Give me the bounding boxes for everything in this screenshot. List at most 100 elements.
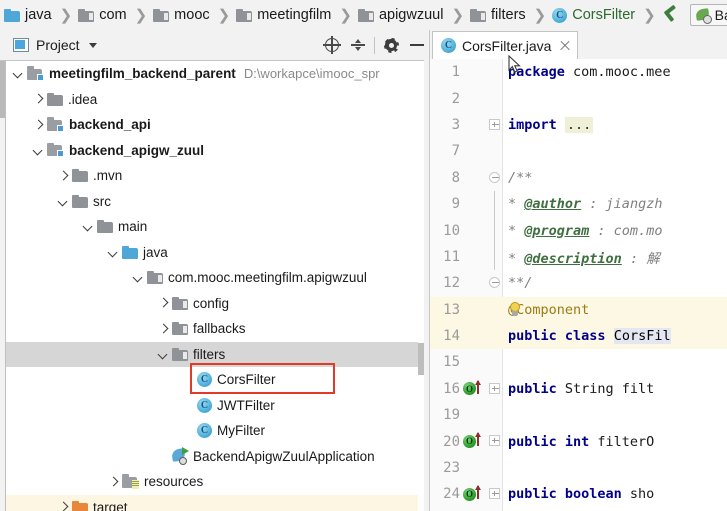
chevron-down-icon[interactable] xyxy=(156,348,169,361)
tree-row-meetingfilm-backend-parent[interactable]: meetingfilm_backend_parent D:\workapce\i… xyxy=(6,61,424,87)
breadcrumb-label: apigwzuul xyxy=(378,7,444,23)
tree-row-main[interactable]: main xyxy=(6,214,424,240)
breadcrumb-item-filters[interactable]: filters xyxy=(470,0,526,30)
breadcrumb-item-java[interactable]: java xyxy=(4,0,52,30)
breadcrumb-item-mooc[interactable]: mooc xyxy=(153,0,210,30)
folder-blue-icon xyxy=(4,8,20,22)
fold-area[interactable] xyxy=(487,481,503,507)
javadoc-tag: @description xyxy=(524,250,622,267)
tree-row-filters[interactable]: filters xyxy=(6,341,424,367)
tree-row-resources[interactable]: resources xyxy=(6,469,424,495)
java-class-icon: C xyxy=(197,397,212,413)
chevron-right-icon[interactable] xyxy=(31,93,44,106)
gutter-icons xyxy=(460,297,487,323)
fold-area[interactable] xyxy=(487,428,503,454)
folder-icon xyxy=(78,8,95,22)
run-configuration-selector[interactable]: Bac xyxy=(689,4,727,26)
tree-row-myfilter[interactable]: C MyFilter xyxy=(6,418,424,444)
tab-corsfilter-java[interactable]: C CorsFilter.java xyxy=(432,31,579,59)
tree-row-config[interactable]: config xyxy=(6,291,424,317)
folder-icon xyxy=(153,8,170,22)
breadcrumb-item-com[interactable]: com xyxy=(78,0,127,30)
select-opened-file-button[interactable] xyxy=(319,32,345,58)
package-icon xyxy=(172,322,188,336)
tree-row-mvn[interactable]: .mvn xyxy=(6,163,424,189)
tree-node-label: target xyxy=(93,499,128,511)
chevron-right-icon[interactable] xyxy=(156,322,169,335)
gutter-icons xyxy=(460,508,487,511)
chevron-down-icon[interactable] xyxy=(56,195,69,208)
tree-row-backendapigwzuulapplication[interactable]: BackendApigwZuulApplication xyxy=(6,444,424,470)
hammer-icon[interactable] xyxy=(662,4,680,24)
line-number: 12 xyxy=(443,275,460,292)
tree-row-fallbacks[interactable]: fallbacks xyxy=(6,316,424,342)
chevron-down-icon[interactable] xyxy=(81,220,94,233)
override-arrow-icon[interactable] xyxy=(474,379,481,394)
fold-area xyxy=(487,402,503,428)
code-editor[interactable]: 1 package com.mooc.mee 2 3 import ... 7 … xyxy=(430,59,727,511)
gutter-icons xyxy=(460,165,487,191)
override-arrow-icon[interactable] xyxy=(474,485,481,500)
fold-end-icon[interactable] xyxy=(489,277,500,289)
breadcrumb-label: mooc xyxy=(174,7,210,23)
gutter-icons[interactable]: O xyxy=(460,481,487,507)
tree-row-target[interactable]: target xyxy=(6,494,424,511)
breadcrumb: java ❯ com ❯ mooc ❯ meetingfilm ❯ apigwz… xyxy=(0,0,727,30)
fold-area[interactable] xyxy=(487,376,503,402)
chevron-right-icon[interactable] xyxy=(106,475,119,488)
lightbulb-icon[interactable] xyxy=(508,301,522,317)
settings-button[interactable] xyxy=(378,32,404,58)
collapse-all-button[interactable] xyxy=(345,32,371,58)
tree-node-label: src xyxy=(93,193,111,209)
code-text: public int filterO xyxy=(508,433,655,450)
fold-expand-icon[interactable] xyxy=(489,488,500,500)
gutter-icons[interactable]: O xyxy=(460,376,487,402)
gutter-icons[interactable]: O xyxy=(460,428,487,454)
java-class-icon: C xyxy=(197,423,212,439)
tree-row-backend-api[interactable]: backend_api xyxy=(6,112,424,138)
fold-area[interactable] xyxy=(487,112,503,138)
line-number: 15 xyxy=(443,354,460,371)
folded-imports-placeholder[interactable]: ... xyxy=(564,116,594,133)
breadcrumb-separator-icon: ❯ xyxy=(643,7,656,24)
chevron-down-icon[interactable] xyxy=(31,144,44,157)
chevron-down-icon[interactable] xyxy=(11,67,24,80)
line-number: 8 xyxy=(451,169,460,186)
breadcrumb-item-corsfilter[interactable]: C CorsFilter xyxy=(552,0,635,30)
fold-collapse-icon[interactable] xyxy=(489,171,500,183)
tree-node-label: java xyxy=(143,244,168,260)
code-line: 15 xyxy=(430,349,727,375)
tree-row-package-apigwzuul[interactable]: com.mooc.meetingfilm.apigwzuul xyxy=(6,265,424,291)
project-panel-title: Project xyxy=(36,37,80,53)
chevron-right-icon[interactable] xyxy=(56,501,69,511)
override-arrow-icon[interactable] xyxy=(474,432,481,447)
fold-area[interactable] xyxy=(487,165,503,191)
chevron-down-icon[interactable] xyxy=(131,271,144,284)
breadcrumb-item-apigwzuul[interactable]: apigwzuul xyxy=(357,0,444,30)
chevron-right-icon[interactable] xyxy=(56,169,69,182)
tree-row-jwtfilter[interactable]: C JWTFilter xyxy=(6,393,424,419)
tree-node-label: .mvn xyxy=(93,168,123,184)
fold-area xyxy=(487,59,503,85)
fold-expand-icon[interactable] xyxy=(489,118,500,130)
line-number: 11 xyxy=(443,248,460,265)
fold-area[interactable] xyxy=(487,270,503,296)
tree-row-corsfilter[interactable]: C CorsFilter xyxy=(6,367,424,393)
chevron-down-icon[interactable] xyxy=(88,42,97,48)
tree-row-src[interactable]: src xyxy=(6,189,424,215)
project-window-icon xyxy=(13,38,29,52)
tree-row-java[interactable]: java xyxy=(6,240,424,266)
chevron-right-icon[interactable] xyxy=(156,297,169,310)
tree-row-idea[interactable]: .idea xyxy=(6,87,424,113)
fold-area xyxy=(487,217,503,244)
breadcrumb-item-meetingfilm[interactable]: meetingfilm xyxy=(236,0,331,30)
close-icon[interactable] xyxy=(559,40,571,52)
chevron-right-icon[interactable] xyxy=(31,118,44,131)
resources-folder-icon xyxy=(122,474,139,489)
fold-area xyxy=(487,508,503,511)
fold-expand-icon[interactable] xyxy=(489,382,500,394)
fold-expand-icon[interactable] xyxy=(489,435,500,447)
chevron-down-icon[interactable] xyxy=(106,246,119,259)
line-number: 2 xyxy=(451,90,460,107)
tree-row-backend-apigw-zuul[interactable]: backend_apigw_zuul xyxy=(6,138,424,164)
